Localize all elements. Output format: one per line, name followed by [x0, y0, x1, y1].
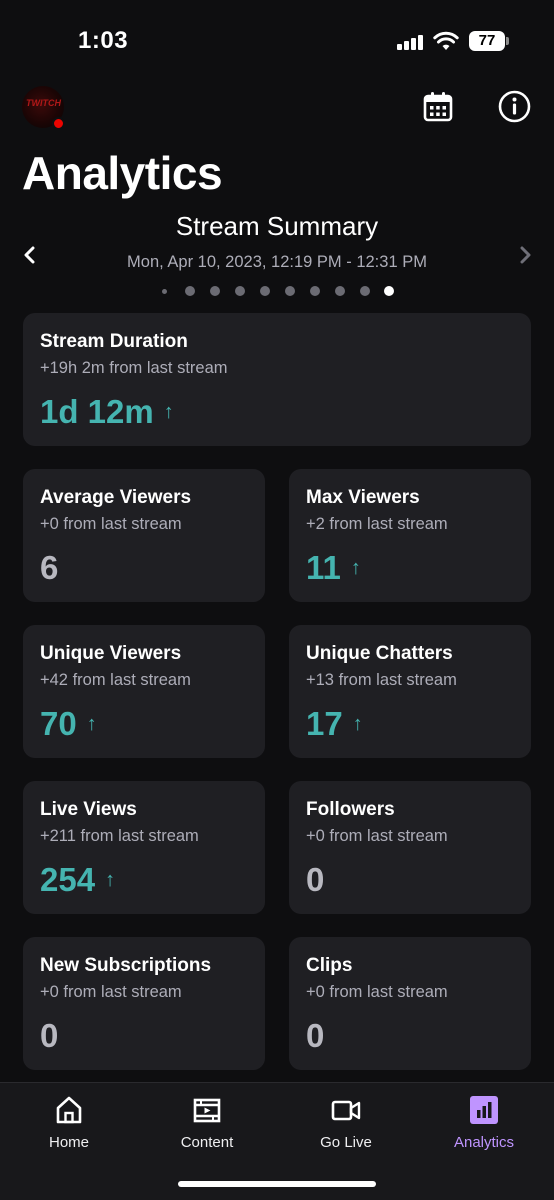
chevron-right-icon: [520, 246, 531, 264]
previous-stream-button[interactable]: [18, 242, 42, 268]
new-subscriptions-card: New Subscriptions +0 from last stream 0: [23, 937, 265, 1070]
card-change: +0 from last stream: [40, 983, 182, 1001]
clips-card: Clips +0 from last stream 0: [289, 937, 531, 1070]
card-title: Followers: [306, 799, 395, 820]
status-time: 1:03: [78, 27, 129, 54]
arrow-up-icon: ↑: [350, 556, 361, 579]
card-title: Unique Viewers: [40, 643, 182, 664]
status-bar: 1:03 77: [0, 0, 554, 80]
followers-card: Followers +0 from last stream 0: [289, 781, 531, 914]
live-views-card: Live Views +211 from last stream 254 ↑: [23, 781, 265, 914]
card-title: Clips: [306, 955, 353, 976]
card-value: 0: [306, 861, 324, 899]
card-change: +19h 2m from last stream: [40, 359, 228, 377]
next-stream-button[interactable]: [513, 242, 537, 268]
home-indicator[interactable]: [178, 1181, 376, 1187]
nav-home[interactable]: Home: [0, 1083, 138, 1163]
arrow-up-icon: ↑: [163, 400, 174, 423]
nav-analytics-label: Analytics: [453, 1134, 515, 1151]
nav-home-label: Home: [48, 1134, 89, 1151]
summary-date-range: Mon, Apr 10, 2023, 12:19 PM - 12:31 PM: [127, 253, 427, 271]
calendar-icon[interactable]: [422, 91, 454, 123]
card-value: 11 ↑: [306, 549, 361, 587]
unique-viewers-card: Unique Viewers +42 from last stream 70 ↑: [23, 625, 265, 758]
nav-go-live-label: Go Live: [320, 1134, 372, 1151]
summary-title: Stream Summary: [175, 211, 379, 241]
card-value: 70 ↑: [40, 705, 97, 743]
nav-content[interactable]: Content: [138, 1083, 276, 1163]
card-title: Max Viewers: [306, 487, 420, 508]
video-camera-icon: [331, 1100, 361, 1121]
pagination-dot[interactable]: [360, 286, 370, 296]
pagination-dot[interactable]: [235, 286, 245, 296]
nav-go-live[interactable]: Go Live: [277, 1083, 415, 1163]
arrow-up-icon: ↑: [352, 712, 363, 735]
page-title: Analytics: [22, 147, 223, 199]
average-viewers-card: Average Viewers +0 from last stream 6: [23, 469, 265, 602]
pagination-dot[interactable]: [210, 286, 220, 296]
stream-duration-card: Stream Duration +19h 2m from last stream…: [23, 313, 531, 446]
card-value-text: 17: [306, 705, 343, 742]
pagination-dot[interactable]: [310, 286, 320, 296]
unique-chatters-card: Unique Chatters +13 from last stream 17 …: [289, 625, 531, 758]
card-value-text: 0: [40, 1017, 59, 1054]
card-change: +42 from last stream: [40, 671, 191, 689]
card-value: 0: [306, 1017, 324, 1055]
card-value: 17 ↑: [306, 705, 363, 743]
pagination-dot[interactable]: [285, 286, 295, 296]
card-value-text: 0: [306, 1017, 325, 1054]
card-title: Live Views: [40, 799, 137, 820]
arrow-up-icon: ↑: [105, 868, 116, 891]
card-value: 6: [40, 549, 58, 587]
pagination-dot[interactable]: [335, 286, 345, 296]
card-value-text: 1d 12m: [40, 393, 154, 430]
pagination-dot-active[interactable]: [384, 286, 394, 296]
analytics-icon: [470, 1096, 498, 1124]
pagination-dots[interactable]: [160, 285, 400, 297]
card-value-text: 11: [306, 549, 341, 586]
avatar-logo-text: TWITCH: [26, 98, 61, 108]
arrow-up-icon: ↑: [86, 712, 97, 735]
pagination-dot[interactable]: [162, 288, 167, 294]
card-value-text: 254: [40, 861, 96, 898]
card-change: +0 from last stream: [306, 983, 448, 1001]
card-title: Unique Chatters: [306, 643, 453, 664]
home-icon: [56, 1096, 82, 1124]
card-value-text: 0: [306, 861, 325, 898]
nav-analytics[interactable]: Analytics: [415, 1083, 553, 1163]
card-value: 254 ↑: [40, 861, 115, 899]
battery-indicator: 77: [469, 31, 509, 51]
card-title: Average Viewers: [40, 487, 192, 508]
wifi-icon: [433, 31, 459, 50]
pagination-dot[interactable]: [185, 286, 195, 296]
content-icon: [193, 1098, 221, 1123]
signal-icon: [397, 34, 425, 50]
card-change: +211 from last stream: [40, 827, 199, 845]
card-value: 1d 12m ↑: [40, 393, 174, 431]
card-change: +0 from last stream: [306, 827, 448, 845]
pagination-dot[interactable]: [260, 286, 270, 296]
chevron-left-icon: [24, 246, 35, 264]
nav-content-label: Content: [180, 1134, 234, 1151]
max-viewers-card: Max Viewers +2 from last stream 11 ↑: [289, 469, 531, 602]
card-title: New Subscriptions: [40, 955, 212, 976]
info-icon[interactable]: [498, 90, 531, 123]
live-status-dot: [52, 117, 65, 130]
card-change: +2 from last stream: [306, 515, 448, 533]
card-value-text: 6: [40, 549, 59, 586]
card-value: 0: [40, 1017, 58, 1055]
card-value-text: 70: [40, 705, 77, 742]
card-change: +13 from last stream: [306, 671, 457, 689]
card-change: +0 from last stream: [40, 515, 182, 533]
card-title: Stream Duration: [40, 331, 188, 352]
